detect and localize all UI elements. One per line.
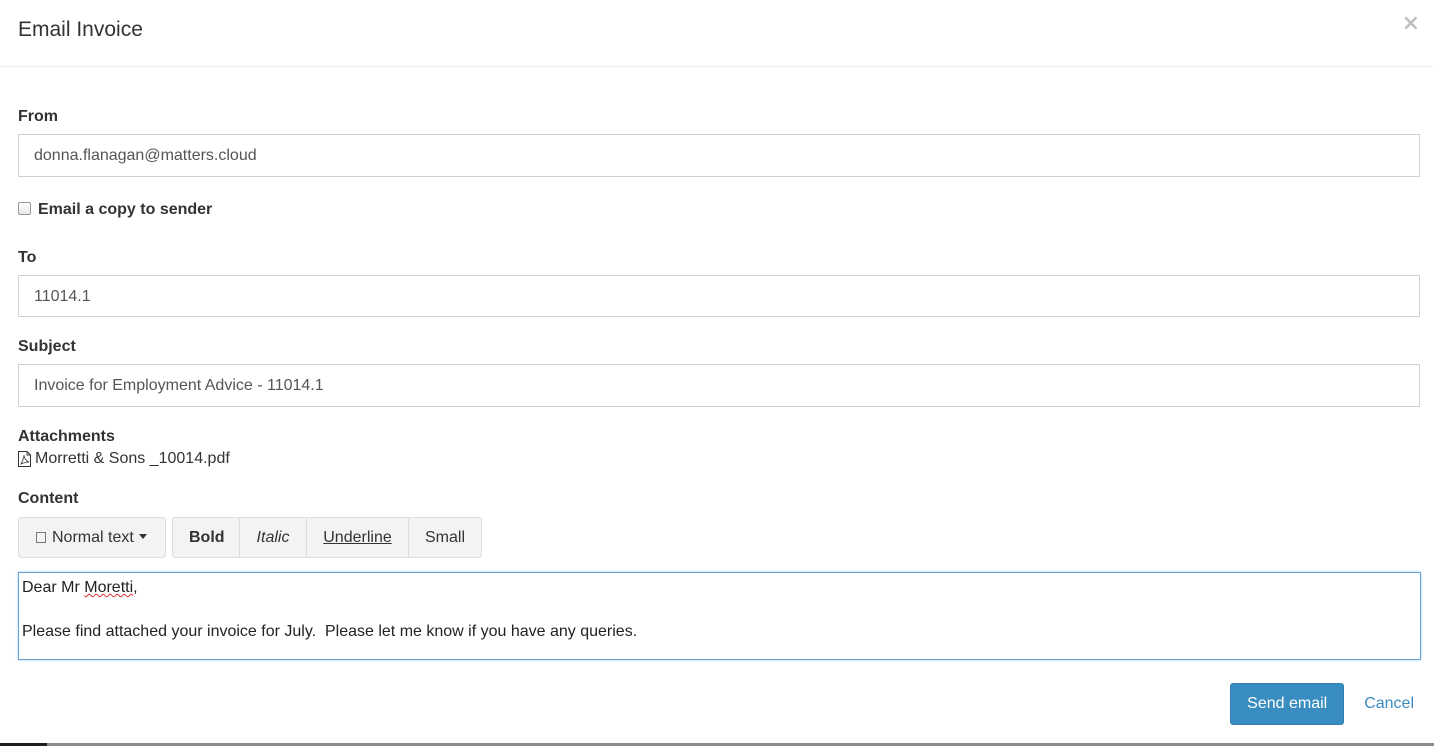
modal-header: Email Invoice × (0, 0, 1434, 67)
subject-label: Subject (18, 338, 76, 355)
to-group: To 11014.1 (18, 248, 1420, 317)
attachments-group: Attachments Morretti & Sons _10014.pdf (18, 427, 230, 469)
copy-to-sender-label[interactable]: Email a copy to sender (38, 200, 212, 220)
greeting-suffix: , (133, 579, 138, 596)
subject-group: Subject Invoice for Employment Advice - … (18, 337, 1420, 407)
to-field[interactable]: 11014.1 (18, 275, 1420, 317)
attachments-label: Attachments (18, 428, 115, 445)
content-editor[interactable]: Dear Mr Moretti, Please find attached yo… (18, 572, 1421, 660)
bold-button[interactable]: Bold (172, 517, 239, 558)
misspelled-word: Moretti (84, 579, 134, 596)
attachment-item[interactable]: Morretti & Sons _10014.pdf (18, 449, 230, 469)
content-label: Content (18, 490, 79, 507)
subject-field[interactable]: Invoice for Employment Advice - 11014.1 (18, 364, 1420, 407)
editor-toolbar: Normal text Bold Italic Underline Small (18, 517, 482, 558)
copy-to-sender-checkbox[interactable] (18, 201, 31, 215)
underline-button[interactable]: Underline (306, 517, 408, 558)
cancel-button[interactable]: Cancel (1358, 695, 1420, 713)
send-email-button[interactable]: Send email (1230, 683, 1345, 725)
modal-title: Email Invoice (18, 18, 143, 41)
text-style-icon (36, 532, 46, 543)
from-field[interactable]: donna.flanagan@matters.cloud (18, 134, 1420, 177)
chevron-down-icon (138, 534, 147, 539)
italic-button[interactable]: Italic (239, 517, 306, 558)
copy-to-sender-row[interactable]: Email a copy to sender (18, 200, 212, 220)
close-button[interactable]: × (1402, 12, 1420, 36)
pdf-file-icon (18, 451, 31, 467)
content-group: Content (18, 489, 78, 509)
from-label: From (18, 108, 58, 125)
text-style-label: Normal text (52, 529, 134, 546)
close-icon: × (1401, 11, 1420, 36)
to-label: To (18, 249, 37, 266)
small-button[interactable]: Small (408, 517, 482, 558)
format-button-group: Bold Italic Underline Small (172, 517, 482, 558)
body-paragraph: Please find attached your invoice for Ju… (22, 623, 638, 640)
greeting-line: Dear Mr Moretti, (22, 577, 1417, 599)
from-group: From donna.flanagan@matters.cloud (18, 107, 1420, 177)
greeting-prefix: Dear Mr (22, 579, 85, 596)
attachment-name[interactable]: Morretti & Sons _10014.pdf (35, 449, 230, 469)
modal-footer: Send email Cancel (1230, 683, 1434, 725)
text-style-dropdown[interactable]: Normal text (18, 517, 166, 558)
